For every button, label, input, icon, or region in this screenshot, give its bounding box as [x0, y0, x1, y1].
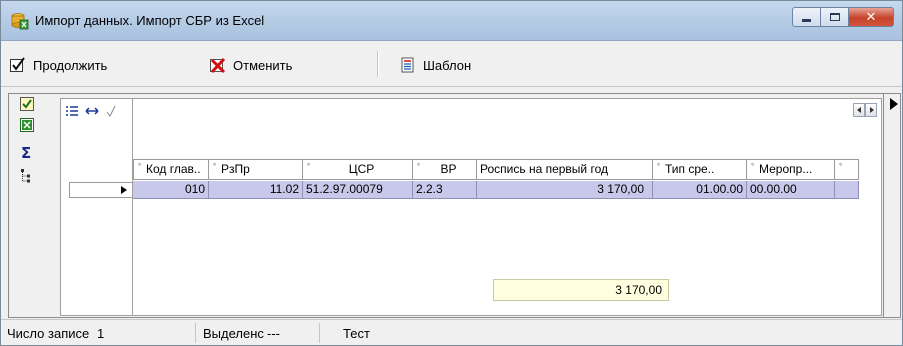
- column-label: Роспись на первый год: [480, 162, 608, 176]
- records-count-value: 1: [97, 326, 105, 341]
- svg-text:Σ: Σ: [21, 144, 31, 160]
- total-sum-cell: 3 170,00: [493, 279, 669, 301]
- close-button[interactable]: ✕: [848, 7, 894, 27]
- checklist-icon[interactable]: [19, 96, 35, 112]
- caption-buttons: ✕: [792, 7, 894, 27]
- checkbox-check-icon: [10, 57, 25, 72]
- scroll-right-button[interactable]: [865, 103, 877, 117]
- row-indicator-column: [61, 99, 133, 315]
- cancel-x-icon: [210, 57, 226, 74]
- column-label: Меропр...: [759, 162, 813, 176]
- table-cell[interactable]: 01.00.00: [653, 181, 747, 199]
- column-header[interactable]: ° Код глав..: [133, 159, 209, 180]
- arrow-left-icon: [857, 107, 861, 113]
- column-marker-icon: °: [751, 162, 755, 171]
- cancel-label: Отменить: [233, 57, 293, 73]
- table-cell[interactable]: 00.00.00: [747, 181, 835, 199]
- mode-label: Тест: [343, 326, 370, 341]
- template-button[interactable]: Шаблон: [399, 55, 471, 75]
- table-row[interactable]: 010 11.02 51.2.97.00079 2.2.3 3 170,00 0…: [133, 181, 859, 199]
- excel-icon[interactable]: [19, 117, 35, 133]
- expand-panel-arrow-icon[interactable]: [890, 98, 898, 110]
- table-cell[interactable]: 11.02: [209, 181, 303, 199]
- continue-button[interactable]: Продолжить: [9, 55, 107, 75]
- current-row-indicator: [69, 182, 133, 198]
- column-label: РзПр: [221, 162, 250, 176]
- close-icon: ✕: [865, 9, 877, 25]
- template-label: Шаблон: [423, 57, 472, 73]
- table-cell[interactable]: 51.2.97.00079: [303, 181, 413, 199]
- window-title: Импорт данных. Импорт СБР из Excel: [35, 13, 265, 28]
- column-marker-icon: °: [657, 162, 661, 171]
- toolbar: Продолжить Отменить Шаблон: [1, 41, 902, 87]
- column-marker-icon: °: [213, 162, 217, 171]
- scroll-left-button[interactable]: [853, 103, 865, 117]
- column-scroll-buttons: [853, 103, 877, 117]
- selected-count-value: ---: [267, 326, 280, 341]
- current-row-arrow-icon: [121, 186, 127, 194]
- table-cell[interactable]: 010: [133, 181, 209, 199]
- arrow-right-icon: [870, 107, 874, 113]
- check-mark-icon[interactable]: [105, 104, 117, 118]
- table-cell[interactable]: 2.2.3: [413, 181, 477, 199]
- expand-columns-icon[interactable]: [85, 104, 99, 118]
- column-header[interactable]: °: [835, 159, 859, 180]
- selected-count-label: Выделенс: [203, 326, 264, 341]
- column-marker-icon: °: [839, 162, 843, 171]
- sum-icon[interactable]: Σ: [19, 144, 35, 160]
- toolbar-separator: [377, 51, 378, 77]
- column-header[interactable]: ° РзПр: [209, 159, 303, 180]
- continue-label: Продолжить: [33, 57, 108, 73]
- column-marker-icon: °: [138, 162, 142, 171]
- work-area: Σ ° Код глав.. ° РзПр ° ЦСР ° ВР Роспись…: [8, 93, 901, 318]
- side-toolbar: Σ: [9, 94, 59, 317]
- column-header[interactable]: Роспись на первый год: [477, 159, 653, 180]
- maximize-icon: [829, 13, 840, 21]
- status-divider: [195, 323, 196, 343]
- panel-divider: [883, 94, 884, 317]
- filter-list-icon[interactable]: [65, 104, 79, 118]
- column-header[interactable]: ° Тип сре..: [653, 159, 747, 180]
- title-bar[interactable]: Импорт данных. Импорт СБР из Excel ✕: [1, 1, 902, 41]
- column-header[interactable]: ° ВР: [413, 159, 477, 180]
- column-header[interactable]: ° ЦСР: [303, 159, 413, 180]
- column-label: ВР: [440, 162, 457, 176]
- column-header[interactable]: ° Меропр...: [747, 159, 835, 180]
- status-divider: [319, 323, 320, 343]
- column-label: Тип сре..: [665, 162, 715, 176]
- column-marker-icon: °: [417, 162, 421, 171]
- maximize-button[interactable]: [820, 7, 848, 27]
- table-cell[interactable]: 3 170,00: [477, 181, 653, 199]
- column-marker-icon: °: [307, 162, 311, 171]
- minimize-button[interactable]: [792, 7, 820, 27]
- tree-icon[interactable]: [19, 168, 35, 184]
- table-cell[interactable]: [835, 181, 859, 199]
- grid-header-tools: [65, 103, 117, 119]
- database-icon: [11, 13, 29, 30]
- template-document-icon: [401, 57, 414, 73]
- cancel-button[interactable]: Отменить: [209, 55, 292, 75]
- records-count-label: Число записе: [7, 326, 90, 341]
- grid-header: ° Код глав.. ° РзПр ° ЦСР ° ВР Роспись на пе…: [133, 159, 859, 180]
- column-label: Код глав..: [146, 162, 201, 176]
- status-bar: Число записе 1 Выделенс --- Тест: [1, 319, 902, 345]
- data-grid[interactable]: ° Код глав.. ° РзПр ° ЦСР ° ВР Роспись на пе…: [60, 98, 882, 316]
- import-window: Импорт данных. Импорт СБР из Excel ✕ Про…: [0, 0, 903, 346]
- minimize-icon: [802, 19, 811, 22]
- column-label: ЦСР: [348, 162, 375, 176]
